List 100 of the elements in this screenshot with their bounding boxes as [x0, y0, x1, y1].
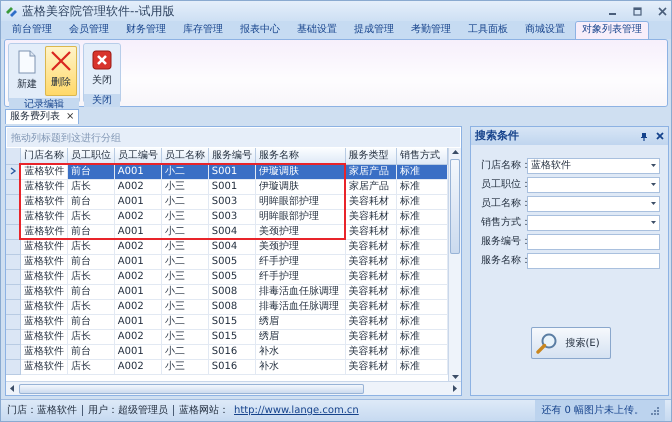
close-button[interactable]: ×: [66, 112, 74, 122]
table-cell: 补水: [255, 344, 346, 359]
ribbon-button[interactable]: 新建: [11, 46, 43, 96]
table-cell: 小二: [161, 224, 208, 239]
table-row[interactable]: 蓝格软件 店长 A002 小三 S015 绣眉 美容耗材 标准: [6, 329, 448, 344]
table-row[interactable]: 蓝格软件 前台 A001 小二 S004 美颈护理 美容耗材 标准: [6, 224, 448, 239]
table-cell: 蓝格软件: [20, 194, 68, 209]
ribbon-button[interactable]: 删除: [45, 46, 77, 96]
ribbon-tab[interactable]: 财务管理: [119, 21, 173, 39]
close-icon: [92, 50, 112, 70]
panel-title: 搜索条件: [475, 128, 519, 144]
table-cell: 美容耗材: [345, 269, 396, 284]
tab-label[interactable]: 服务费列表: [10, 110, 60, 124]
table-cell: 小二: [161, 164, 208, 179]
ribbon-tab[interactable]: 前台管理: [5, 21, 59, 39]
table-cell: 小二: [161, 254, 208, 269]
table-cell: 小三: [161, 359, 208, 374]
table-row[interactable]: 蓝格软件 前台 A001 小二 S005 纤手护理 美容耗材 标准: [6, 254, 448, 269]
table-row[interactable]: 蓝格软件 前台 A001 小二 S003 明眸眼部护理 美容耗材 标准: [6, 194, 448, 209]
table-cell: 蓝格软件: [20, 224, 68, 239]
table-row[interactable]: 蓝格软件 店长 A002 小三 S004 美颈护理 美容耗材 标准: [6, 239, 448, 254]
table-cell: 蓝格软件: [20, 209, 68, 224]
ribbon-tab[interactable]: 报表中心: [233, 21, 287, 39]
table-cell: S005: [208, 254, 256, 269]
resize-grip-icon[interactable]: [650, 406, 659, 415]
table-cell: A001: [114, 314, 162, 329]
input-field[interactable]: [527, 252, 660, 268]
table-cell: 蓝格软件: [20, 254, 68, 269]
table-cell: 蓝格软件: [20, 299, 68, 314]
ribbon-tab[interactable]: 基础设置: [290, 21, 344, 39]
dropdown-field[interactable]: [527, 214, 660, 230]
scroll-right-icon[interactable]: [450, 384, 459, 393]
table-cell: 前台: [67, 314, 114, 329]
table-row[interactable]: 蓝格软件 店长 A002 小三 S005 纤手护理 美容耗材 标准: [6, 269, 448, 284]
scroll-left-icon[interactable]: [8, 384, 17, 393]
table-row[interactable]: 蓝格软件 前台 A001 小二 S001 伊璇调肤 家居产品 标准: [6, 164, 448, 179]
table-cell: 蓝格软件: [20, 164, 68, 179]
table-cell: 绣眉: [255, 314, 346, 329]
table-cell: 店长: [67, 329, 114, 344]
column-header[interactable]: 员工职位: [67, 148, 114, 164]
table-row[interactable]: 蓝格软件 店长 A002 小三 S008 排毒活血任脉调理 美容耗材 标准: [6, 299, 448, 314]
website-link[interactable]: http://www.lange.com.cn: [234, 403, 359, 418]
table-row[interactable]: 蓝格软件 前台 A001 小二 S008 排毒活血任脉调理 美容耗材 标准: [6, 284, 448, 299]
maximize-icon[interactable]: [633, 6, 642, 16]
table-cell: S016: [208, 359, 256, 374]
ribbon-tab[interactable]: 商城设置: [518, 21, 572, 39]
column-header[interactable]: 服务名称: [255, 148, 346, 164]
page-icon: [17, 50, 37, 74]
table-cell: 家居产品: [345, 164, 396, 179]
upload-status: 还有 0 幅图片未上传。: [541, 404, 644, 418]
table-cell: 小三: [161, 179, 208, 194]
column-header[interactable]: 员工名称: [161, 148, 208, 164]
table-cell: 前台: [67, 254, 114, 269]
table-cell: 美容耗材: [345, 254, 396, 269]
search-button[interactable]: 搜索(E): [530, 327, 610, 359]
dropdown-field[interactable]: [527, 176, 660, 192]
table-cell: 蓝格软件: [20, 269, 68, 284]
dropdown-field[interactable]: [527, 196, 660, 212]
window-title: 蓝格美容院管理软件--试用版: [22, 3, 175, 20]
table-cell: A002: [114, 269, 162, 284]
table-cell: 伊璇调肤: [255, 179, 346, 194]
ribbon-tab[interactable]: 对象列表管理: [575, 21, 649, 39]
dropdown-field[interactable]: 蓝格软件: [527, 158, 660, 174]
field-label: 销售方式：: [481, 216, 527, 230]
table-cell: 明眸眼部护理: [255, 194, 346, 209]
column-header[interactable]: 服务类型: [345, 148, 396, 164]
input-field[interactable]: [527, 234, 660, 250]
pin-icon[interactable]: [640, 132, 648, 140]
ribbon-tab[interactable]: 工具面板: [461, 21, 515, 39]
table-row[interactable]: 蓝格软件 店长 A002 小三 S016 补水 美容耗材 标准: [6, 359, 448, 374]
table-row[interactable]: 蓝格软件 店长 A002 小三 S003 明眸眼部护理 美容耗材 标准: [6, 209, 448, 224]
ribbon-tab[interactable]: 会员管理: [62, 21, 116, 39]
document-tab[interactable]: 服务费列表 ×: [5, 109, 80, 124]
close-icon[interactable]: [658, 6, 667, 16]
table-row[interactable]: 蓝格软件 前台 A001 小二 S016 补水 美容耗材 标准: [6, 344, 448, 359]
table-cell: 店长: [67, 239, 114, 254]
column-header[interactable]: 员工编号: [114, 148, 162, 164]
table-cell: 美容耗材: [345, 314, 396, 329]
table-cell: 排毒活血任脉调理: [255, 284, 346, 299]
app-logo-icon: [5, 4, 18, 18]
vertical-scrollbar[interactable]: [448, 148, 461, 381]
table-cell: A002: [114, 239, 162, 254]
table-cell: S005: [208, 269, 256, 284]
table-cell: A002: [114, 209, 162, 224]
ribbon-button[interactable]: 关闭: [86, 46, 118, 92]
field-label: 服务名称：: [481, 254, 527, 268]
ribbon-tab[interactable]: 库存管理: [176, 21, 230, 39]
table-cell: A002: [114, 329, 162, 344]
column-header[interactable]: 销售方式: [396, 148, 448, 164]
column-header[interactable]: 门店名称: [20, 148, 68, 164]
column-header[interactable]: 服务编号: [208, 148, 256, 164]
ribbon-tab[interactable]: 考勤管理: [404, 21, 458, 39]
table-cell: 蓝格软件: [20, 329, 68, 344]
table-cell: 蓝格软件: [20, 314, 68, 329]
table-row[interactable]: 蓝格软件 店长 A002 小三 S001 伊璇调肤 家居产品 标准: [6, 179, 448, 194]
table-row[interactable]: 蓝格软件 前台 A001 小二 S015 绣眉 美容耗材 标准: [6, 314, 448, 329]
table-cell: 美容耗材: [345, 299, 396, 314]
ribbon-tab[interactable]: 提成管理: [347, 21, 401, 39]
horizontal-scrollbar[interactable]: [6, 381, 461, 395]
close-icon[interactable]: [656, 132, 664, 140]
